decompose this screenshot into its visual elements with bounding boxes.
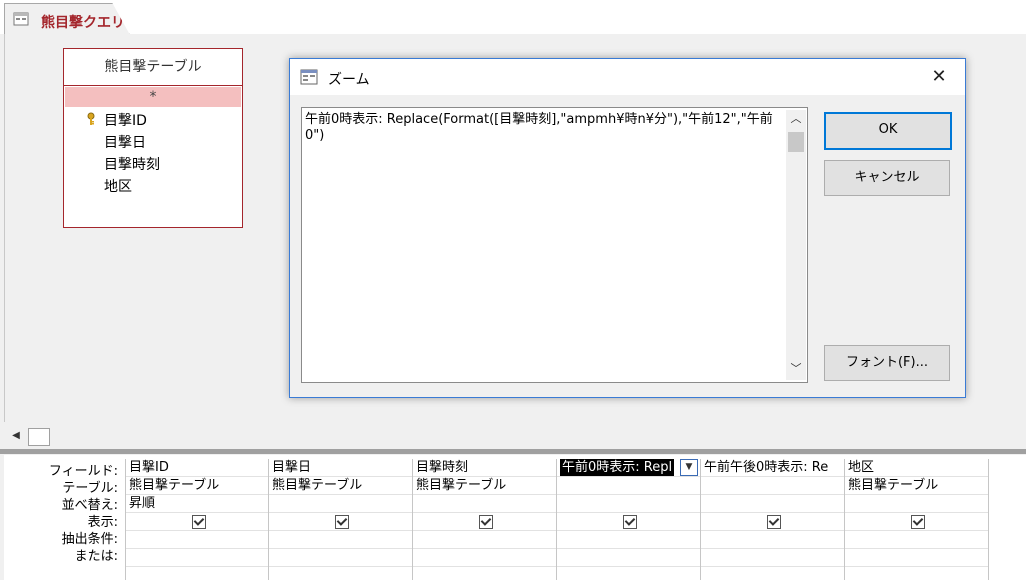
scroll-thumb[interactable] — [28, 428, 50, 446]
pane-splitter[interactable] — [0, 449, 1026, 454]
sort-cell[interactable]: 昇順 — [126, 495, 269, 513]
query-icon — [13, 12, 29, 26]
show-cell[interactable] — [557, 513, 700, 531]
field-cell[interactable]: 午前午後0時表示: Re — [701, 459, 844, 477]
criteria-cell[interactable] — [557, 531, 700, 549]
criteria-cell[interactable] — [701, 531, 844, 549]
field-item[interactable]: 地区 — [104, 176, 132, 196]
field-item[interactable]: 目撃日 — [104, 132, 146, 152]
expression-text[interactable]: 午前0時表示: Replace(Format([目撃時刻],"ampmh¥時n¥… — [305, 112, 783, 144]
sort-cell[interactable] — [557, 495, 700, 513]
field-item[interactable]: 目撃時刻 — [104, 154, 160, 174]
show-cell[interactable] — [413, 513, 556, 531]
show-cell[interactable] — [269, 513, 412, 531]
sort-cell[interactable] — [701, 495, 844, 513]
table-cell[interactable]: 熊目撃テーブル — [126, 477, 269, 495]
show-checkbox[interactable] — [192, 515, 206, 529]
table-field-list[interactable]: 熊目撃テーブル * 目撃ID 目撃日 目撃時刻 地区 — [63, 48, 243, 228]
dialog-title: ズーム — [328, 72, 370, 88]
tab-query[interactable]: 熊目撃クエリ — [4, 3, 130, 35]
grid-column-empty[interactable] — [988, 459, 1026, 580]
chevron-down-icon[interactable]: ▼ — [680, 459, 698, 476]
design-horizontal-scrollbar[interactable]: ◀ — [4, 425, 1022, 447]
scroll-thumb[interactable] — [788, 132, 804, 152]
grid-column[interactable]: 午前午後0時表示: Re — [700, 459, 844, 580]
field-all[interactable]: * — [65, 87, 241, 107]
row-label-table: テーブル: — [62, 481, 118, 496]
or-cell[interactable] — [126, 549, 269, 567]
field-cell[interactable]: 目撃日 — [269, 459, 412, 477]
or-cell[interactable] — [269, 549, 412, 567]
dialog-titlebar[interactable]: ズーム ✕ — [290, 59, 965, 95]
document-tab-bar: 熊目撃クエリ — [0, 0, 1026, 35]
field-cell[interactable]: 目撃ID — [126, 459, 269, 477]
field-cell[interactable]: 地区 — [845, 459, 988, 477]
criteria-cell[interactable] — [413, 531, 556, 549]
or-cell[interactable] — [557, 549, 700, 567]
field-cell-selected[interactable]: 午前0時表示: Repl ▼ — [557, 459, 700, 477]
primary-key-icon — [87, 112, 95, 125]
grid-column[interactable]: 地区 熊目撃テーブル — [844, 459, 988, 580]
sort-cell[interactable] — [413, 495, 556, 513]
field-cell[interactable]: 目撃時刻 — [413, 459, 556, 477]
table-cell[interactable] — [701, 477, 844, 495]
query-design-grid: フィールド: テーブル: 並べ替え: 表示: 抽出条件: または: 目撃ID 熊… — [4, 455, 1026, 580]
criteria-cell[interactable] — [269, 531, 412, 549]
zoom-dialog: ズーム ✕ 午前0時表示: Replace(Format([目撃時刻],"amp… — [289, 58, 966, 398]
table-cell[interactable]: 熊目撃テーブル — [845, 477, 988, 495]
scroll-left-icon[interactable]: ◀ — [8, 428, 24, 444]
show-cell[interactable] — [845, 513, 988, 531]
row-label-sort: 並べ替え: — [61, 498, 118, 513]
selected-field-text[interactable]: 午前0時表示: Repl — [560, 459, 675, 476]
table-cell[interactable] — [557, 477, 700, 495]
grid-column[interactable]: 午前0時表示: Repl ▼ — [556, 459, 700, 580]
show-checkbox[interactable] — [911, 515, 925, 529]
zoom-window-icon — [300, 69, 318, 85]
show-checkbox[interactable] — [335, 515, 349, 529]
or-cell[interactable] — [701, 549, 844, 567]
criteria-cell[interactable] — [126, 531, 269, 549]
expression-editor[interactable]: 午前0時表示: Replace(Format([目撃時刻],"ampmh¥時n¥… — [301, 107, 808, 383]
row-label-field: フィールド: — [48, 464, 118, 479]
show-cell[interactable] — [701, 513, 844, 531]
close-icon[interactable]: ✕ — [925, 65, 953, 89]
chevron-up-icon[interactable]: ︿ — [788, 112, 804, 126]
criteria-cell[interactable] — [845, 531, 988, 549]
row-label-criteria: 抽出条件: — [61, 532, 118, 547]
sort-cell[interactable] — [845, 495, 988, 513]
grid-row-labels: フィールド: テーブル: 並べ替え: 表示: 抽出条件: または: — [4, 463, 122, 565]
font-button[interactable]: フォント(F)... — [824, 345, 950, 381]
tab-label: 熊目撃クエリ — [41, 15, 125, 31]
sort-cell[interactable] — [269, 495, 412, 513]
row-label-or: または: — [74, 549, 118, 564]
show-checkbox[interactable] — [479, 515, 493, 529]
table-cell[interactable]: 熊目撃テーブル — [269, 477, 412, 495]
grid-column[interactable]: 目撃日 熊目撃テーブル — [268, 459, 412, 580]
grid-column[interactable]: 目撃ID 熊目撃テーブル 昇順 — [125, 459, 269, 580]
table-cell[interactable]: 熊目撃テーブル — [413, 477, 556, 495]
show-cell[interactable] — [126, 513, 269, 531]
grid-column[interactable]: 目撃時刻 熊目撃テーブル — [412, 459, 556, 580]
field-item[interactable]: 目撃ID — [104, 110, 147, 130]
cancel-button[interactable]: キャンセル — [824, 160, 950, 196]
table-title: 熊目撃テーブル — [64, 49, 242, 86]
chevron-down-icon[interactable]: ﹀ — [788, 362, 804, 376]
or-cell[interactable] — [845, 549, 988, 567]
editor-vertical-scrollbar[interactable]: ︿ ﹀ — [786, 110, 806, 380]
show-checkbox[interactable] — [767, 515, 781, 529]
ok-button[interactable]: OK — [824, 112, 952, 150]
show-checkbox[interactable] — [623, 515, 637, 529]
row-label-show: 表示: — [87, 515, 118, 530]
or-cell[interactable] — [413, 549, 556, 567]
